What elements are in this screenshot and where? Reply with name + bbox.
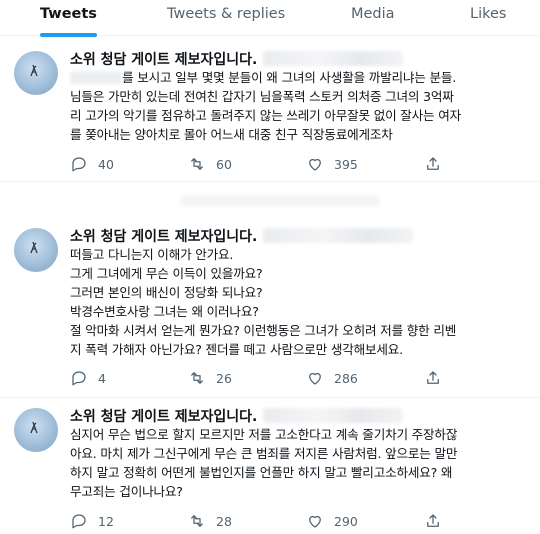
reply-count: 12 xyxy=(98,513,114,529)
share-icon xyxy=(427,514,439,527)
author-name: 소위 청담 게이트 제보자입니다. xyxy=(70,409,258,425)
tweet-line: 님들은 가만히 있는데 전여친 갑자기 님을폭력 스토커 의처증 그녀의 3억짜 xyxy=(70,89,454,104)
redacted-text xyxy=(70,71,122,84)
tweet-actions: 12 28 290 xyxy=(70,512,530,530)
redacted-handle xyxy=(263,408,404,423)
tweet-actions: 40 60 395 xyxy=(70,155,530,173)
heart-icon xyxy=(309,158,321,171)
avatar[interactable] xyxy=(14,228,58,272)
reply-button[interactable]: 40 xyxy=(70,155,114,173)
like-button[interactable]: 395 xyxy=(306,155,358,173)
profile-tabs: Tweets Tweets & replies Media Likes xyxy=(0,0,540,37)
tweet-author[interactable]: 소위 청담 게이트 제보자입니다. xyxy=(70,49,404,69)
retweet-button[interactable]: 28 xyxy=(188,512,232,530)
silhouette-icon xyxy=(30,64,38,77)
share-button[interactable] xyxy=(424,155,442,173)
tweet-text: 심지어 무슨 법으로 할지 모르지만 저를 고소한다고 계속 줄기차기 주장하잖… xyxy=(70,425,530,501)
like-count: 290 xyxy=(334,513,358,529)
tweet-text: 를 보시고 일부 몇몇 분들이 왜 그녀의 사생활을 까발리냐는 분들. 님들은… xyxy=(70,68,530,144)
reply-button[interactable]: 12 xyxy=(70,512,114,530)
like-count: 395 xyxy=(334,156,358,172)
reply-count: 4 xyxy=(98,370,106,386)
tweet-line: 그러면 본인의 배신이 정당화 되나요? xyxy=(70,285,263,300)
tweet-line: 지 폭력 가해자 아닌가요? 젠더를 떼고 사람으로만 생각해보세요. xyxy=(70,342,403,357)
tweet-line: 심지어 무슨 법으로 할지 모르지만 저를 고소한다고 계속 줄기차기 주장하잖 xyxy=(70,427,458,442)
share-button[interactable] xyxy=(424,369,442,387)
reply-button[interactable]: 4 xyxy=(70,369,106,387)
heart-icon xyxy=(309,372,321,385)
tweet-actions: 4 26 286 xyxy=(70,369,530,387)
tweet-author[interactable]: 소위 청담 게이트 제보자입니다. xyxy=(70,406,404,426)
redacted-handle xyxy=(263,228,414,243)
redacted-content xyxy=(180,196,380,206)
tweet-line: 를 쫒아내는 양아치로 몰아 어느새 대중 친구 직장동료에게조차 xyxy=(70,127,393,142)
share-icon xyxy=(427,157,439,170)
reply-icon xyxy=(72,371,86,386)
retweet-button[interactable]: 60 xyxy=(188,155,232,173)
tab-likes-label: Likes xyxy=(470,6,507,22)
tab-media-label: Media xyxy=(351,6,395,22)
silhouette-icon xyxy=(30,241,38,254)
retweet-icon xyxy=(191,158,203,170)
tweet[interactable]: 소위 청담 게이트 제보자입니다. 를 보시고 일부 몇몇 분들이 왜 그녀의 … xyxy=(0,37,540,182)
author-name: 소위 청담 게이트 제보자입니다. xyxy=(70,229,258,245)
tweet-line: 절 악마화 시켜서 얻는게 뭔가요? 이런행동은 그녀가 오히려 저를 향한 리… xyxy=(70,323,457,338)
share-button[interactable] xyxy=(424,512,442,530)
share-icon xyxy=(427,371,439,384)
tweet-line: 하지 말고 정확히 어떤게 불법인지를 언플만 하지 말고 빨리고소하세요? 왜 xyxy=(70,465,453,480)
tab-tweets-and-replies-label: Tweets & replies xyxy=(167,6,286,22)
like-button[interactable]: 290 xyxy=(306,512,358,530)
tweet-line: 그게 그녀에게 무슨 이득이 있을까요? xyxy=(70,266,263,281)
tab-media[interactable]: Media xyxy=(351,0,395,36)
tweet[interactable]: 소위 청담 게이트 제보자입니다. 떠들고 다니는지 이해가 안가요. 그게 그… xyxy=(0,218,540,398)
tweet-line: 무고죄는 겁이나나요? xyxy=(70,484,183,499)
like-button[interactable]: 286 xyxy=(306,369,358,387)
retweet-count: 26 xyxy=(216,370,232,386)
tab-likes[interactable]: Likes xyxy=(470,0,506,36)
avatar[interactable] xyxy=(14,408,58,452)
retweet-icon xyxy=(191,515,203,527)
avatar[interactable] xyxy=(14,51,58,95)
reply-icon xyxy=(72,157,86,172)
tab-tweets-label: Tweets xyxy=(40,6,97,22)
tweet-line: 아요. 마치 제가 그신구에게 무슨 큰 범죄를 저지른 사람처럼. 앞으로는 … xyxy=(70,446,458,461)
silhouette-icon xyxy=(30,421,38,434)
tweet-line: 박경수변호사랑 그녀는 왜 이러나요? xyxy=(70,304,259,319)
author-name: 소위 청담 게이트 제보자입니다. xyxy=(70,52,258,68)
tweet-author[interactable]: 소위 청담 게이트 제보자입니다. xyxy=(70,226,414,246)
heart-icon xyxy=(309,515,321,528)
tweet-line: 리 고가의 악기를 점유하고 돌려주지 않는 쓰레기 아무잘못 없이 잘사는 여… xyxy=(70,108,462,123)
retweet-count: 28 xyxy=(216,513,232,529)
tweet-line: 를 보시고 일부 몇몇 분들이 왜 그녀의 사생활을 까발리냐는 분들. xyxy=(70,68,530,87)
reply-icon xyxy=(72,514,86,529)
tweet-text: 떠들고 다니는지 이해가 안가요. 그게 그녀에게 무슨 이득이 있을까요? 그… xyxy=(70,245,530,359)
like-count: 286 xyxy=(334,370,358,386)
reply-count: 40 xyxy=(98,156,114,172)
retweet-icon xyxy=(191,372,203,384)
tweet-line: 떠들고 다니는지 이해가 안가요. xyxy=(70,247,234,262)
tweet[interactable]: 소위 청담 게이트 제보자입니다. 심지어 무슨 법으로 할지 모르지만 저를 … xyxy=(0,398,540,534)
retweet-count: 60 xyxy=(216,156,232,172)
redacted-handle xyxy=(263,51,404,66)
redacted-row xyxy=(0,182,540,218)
tab-tweets-and-replies[interactable]: Tweets & replies xyxy=(167,0,285,36)
tab-tweets[interactable]: Tweets xyxy=(40,0,97,37)
retweet-button[interactable]: 26 xyxy=(188,369,232,387)
